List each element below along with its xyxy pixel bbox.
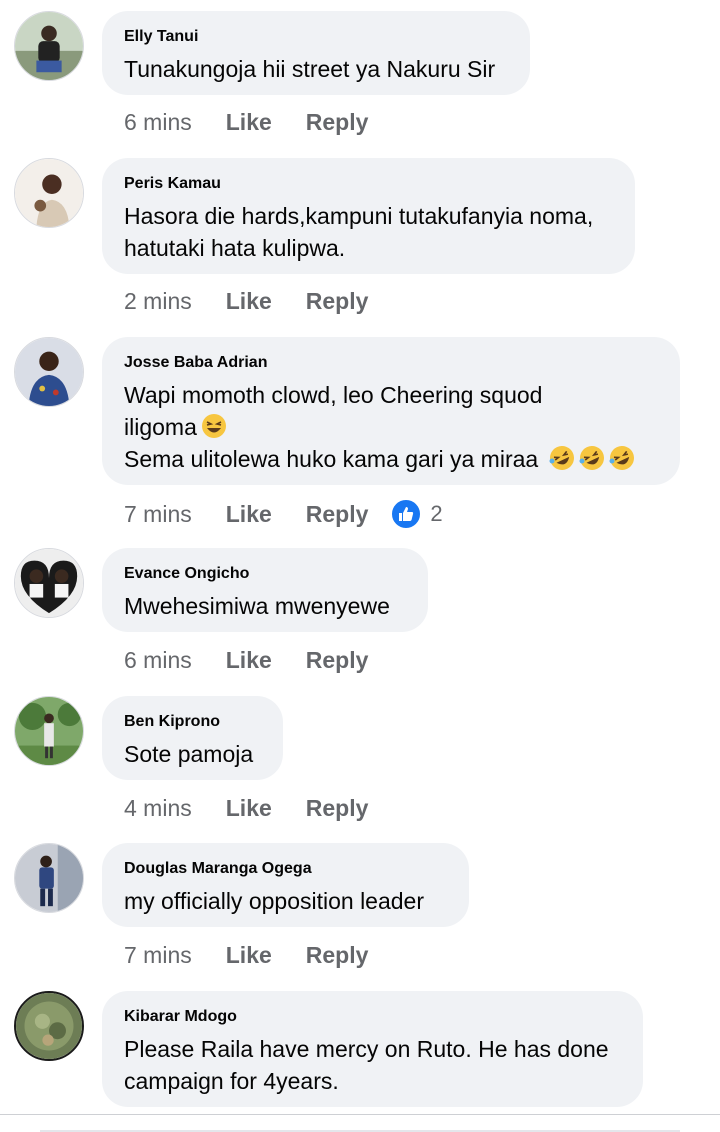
comment-time[interactable]: 7 mins	[124, 941, 192, 969]
grinning-squinting-emoji-icon	[201, 414, 226, 438]
comment-meta: 2 mins Like Reply	[124, 287, 368, 315]
comment-bubble: Douglas Maranga Ogega my officially oppo…	[102, 843, 469, 927]
rolling-on-floor-laughing-emoji-icon	[609, 446, 634, 470]
comment-text: Tunakungoja hii street ya Nakuru Sir	[124, 56, 496, 82]
comment-bubble: Elly Tanui Tunakungoja hii street ya Nak…	[102, 11, 530, 95]
reply-button[interactable]: Reply	[306, 108, 369, 136]
comment-meta: 6 mins Like Reply	[124, 646, 368, 674]
reply-button[interactable]: Reply	[306, 941, 369, 969]
like-button[interactable]: Like	[226, 941, 272, 969]
like-thumb-icon	[390, 498, 423, 530]
comment-author[interactable]: Evance Ongicho	[124, 564, 406, 584]
comment-meta: 7 mins Like Reply 2	[124, 498, 443, 530]
comment-text-line: Hasora die hards,kampuni tutakufanyia no…	[124, 203, 594, 229]
comment-text-line: Please Raila have mercy on Ruto. He has …	[124, 1036, 609, 1062]
avatar[interactable]	[14, 548, 84, 618]
comment-time[interactable]: 6 mins	[124, 646, 192, 674]
comment-meta: 6 mins Like Reply	[124, 108, 368, 136]
rolling-on-floor-laughing-emoji-icon	[579, 446, 604, 470]
comment-author[interactable]: Douglas Maranga Ogega	[124, 859, 447, 879]
reaction-count: 2	[430, 501, 443, 526]
avatar[interactable]	[14, 991, 84, 1061]
comment-bubble: Ben Kiprono Sote pamoja	[102, 696, 283, 780]
comment-author[interactable]: Josse Baba Adrian	[124, 353, 658, 373]
like-button[interactable]: Like	[226, 287, 272, 315]
comment-text-line: campaign for 4years.	[124, 1068, 339, 1094]
comment-text-line: Wapi momoth clowd, leo Cheering squod	[124, 382, 543, 408]
comment-text-segment: Sema ulitolewa huko kama gari ya miraa	[124, 446, 539, 472]
comment-time[interactable]: 4 mins	[124, 794, 192, 822]
comment-author[interactable]: Kibarar Mdogo	[124, 1007, 621, 1027]
rolling-on-floor-laughing-emoji-icon	[549, 446, 574, 470]
reply-button[interactable]: Reply	[306, 646, 369, 674]
divider	[0, 1114, 720, 1115]
comment-text-segment: iligoma	[124, 414, 197, 440]
comment-text: my officially opposition leader	[124, 888, 425, 914]
comment-text-line: hatutaki hata kulipwa.	[124, 235, 346, 261]
comment-bubble: Kibarar Mdogo Please Raila have mercy on…	[102, 991, 643, 1107]
comment-text: Sote pamoja	[124, 741, 254, 767]
comment-text-line: Sema ulitolewa huko kama gari ya miraa	[124, 443, 658, 475]
comment-author[interactable]: Ben Kiprono	[124, 712, 261, 732]
comment-time[interactable]: 2 mins	[124, 287, 192, 315]
avatar[interactable]	[14, 843, 84, 913]
like-button[interactable]: Like	[226, 500, 272, 528]
comment-time[interactable]: 6 mins	[124, 108, 192, 136]
comment-text-line: iligoma	[124, 411, 658, 443]
comment-text: Mwehesimiwa mwenyewe	[124, 593, 390, 619]
comment-bubble: Peris Kamau Hasora die hards,kampuni tut…	[102, 158, 635, 274]
reply-button[interactable]: Reply	[306, 287, 369, 315]
comment-meta: 7 mins Like Reply	[124, 941, 368, 969]
like-button[interactable]: Like	[226, 108, 272, 136]
comment-author[interactable]: Peris Kamau	[124, 174, 613, 194]
comment-meta: 4 mins Like Reply	[124, 794, 368, 822]
like-button[interactable]: Like	[226, 646, 272, 674]
like-button[interactable]: Like	[226, 794, 272, 822]
comment-bubble: Evance Ongicho Mwehesimiwa mwenyewe	[102, 548, 428, 632]
avatar[interactable]	[14, 158, 84, 228]
avatar[interactable]	[14, 337, 84, 407]
avatar[interactable]	[14, 696, 84, 766]
avatar[interactable]	[14, 11, 84, 81]
reply-button[interactable]: Reply	[306, 794, 369, 822]
comment-bubble: Josse Baba Adrian Wapi momoth clowd, leo…	[102, 337, 680, 485]
reaction-summary[interactable]: 2	[390, 498, 443, 530]
comment-author[interactable]: Elly Tanui	[124, 27, 508, 47]
comment-time[interactable]: 7 mins	[124, 500, 192, 528]
reply-button[interactable]: Reply	[306, 500, 369, 528]
